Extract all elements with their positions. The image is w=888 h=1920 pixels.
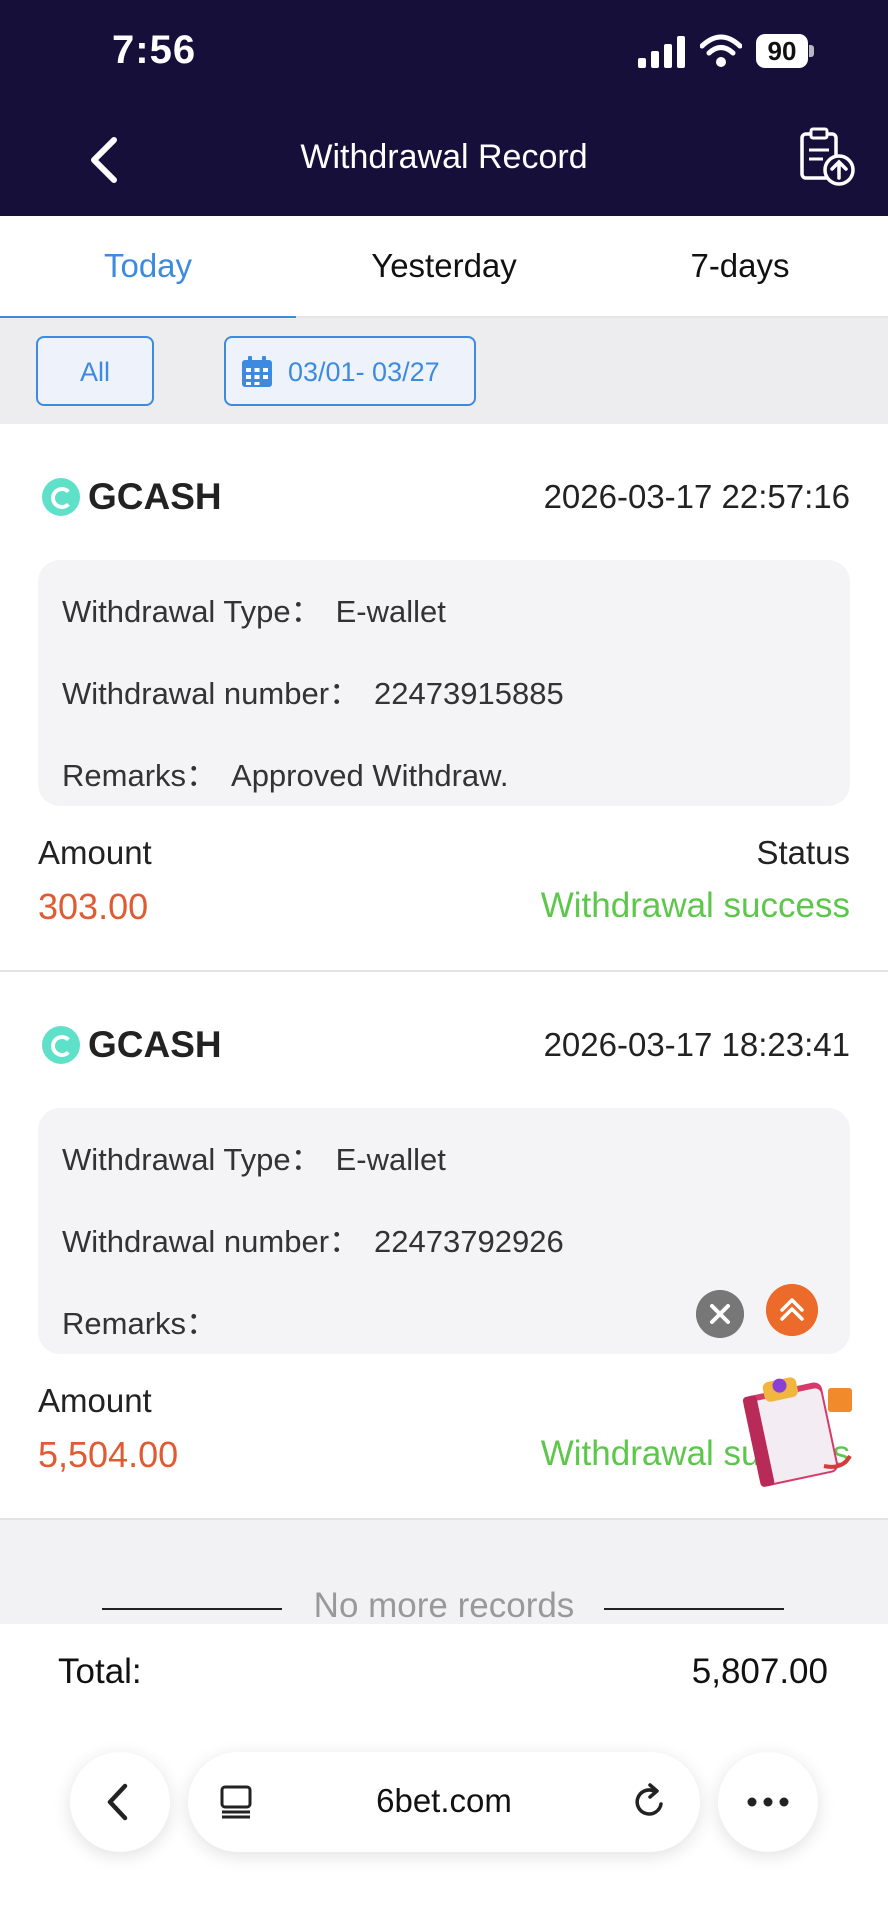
provider-name: GCASH: [88, 1024, 222, 1065]
amount-value: 303.00: [38, 886, 149, 927]
type-filter-button[interactable]: All: [36, 336, 154, 406]
type-filter-label: All: [79, 357, 110, 387]
status-value: Withdrawal success: [540, 886, 850, 925]
withdrawal-number-value: 22473915885: [374, 676, 564, 711]
browser-back-button[interactable]: [70, 1752, 170, 1852]
withdrawal-number-value: 22473792926: [374, 1224, 564, 1259]
remarks-label: Remarks：: [62, 758, 218, 793]
remarks-value: Approved Withdraw.: [231, 758, 509, 793]
divider: [604, 1608, 784, 1610]
withdrawal-record: GCASH 2026-03-17 22:57:16 Withdrawal Typ…: [0, 424, 888, 972]
withdrawal-type-label: Withdrawal Type：: [62, 594, 322, 629]
tab-label: 7-days: [690, 247, 790, 284]
signal-icon: [638, 36, 685, 68]
withdrawal-number-label: Withdrawal number：: [62, 676, 361, 711]
chevron-left-icon: [107, 1783, 128, 1821]
withdrawal-type-label: Withdrawal Type：: [62, 1142, 322, 1177]
address-bar[interactable]: 6bet.com: [188, 1752, 700, 1852]
status-bar: 7:56 90: [0, 0, 888, 104]
calendar-icon: [242, 356, 272, 387]
total-label: Total:: [58, 1652, 142, 1691]
tab-label: Today: [103, 247, 193, 284]
more-icon: [747, 1797, 789, 1807]
amount-label: Amount: [38, 1382, 152, 1419]
record-details: Withdrawal Type： E-wallet Withdrawal numb…: [38, 560, 850, 806]
remarks-row: Remarks：: [62, 1298, 231, 1343]
close-icon[interactable]: [696, 1290, 744, 1338]
status-label: Status: [756, 834, 850, 871]
amount-label: Amount: [38, 834, 152, 871]
remarks-row: Remarks： Approved Withdraw.: [62, 750, 508, 795]
provider-name: GCASH: [88, 476, 222, 517]
browser-more-button[interactable]: [718, 1752, 818, 1852]
tab-label: Yesterday: [371, 247, 517, 284]
withdrawal-number-row: Withdrawal number： 22473792926: [62, 1216, 564, 1261]
date-tabs: Today Yesterday 7-days: [0, 216, 888, 320]
battery-level: 90: [756, 34, 808, 68]
gift-icon[interactable]: [732, 1370, 862, 1488]
withdrawal-type-value: E-wallet: [335, 594, 446, 629]
withdrawal-type-value: E-wallet: [335, 1142, 446, 1177]
header: Withdrawal Record: [0, 104, 888, 216]
total-value: 5,807.00: [691, 1652, 828, 1691]
reload-icon[interactable]: [630, 1782, 670, 1822]
url-text: 6bet.com: [376, 1782, 512, 1819]
date-range-button[interactable]: 03/01- 03/27: [224, 336, 476, 406]
withdrawal-type-row: Withdrawal Type： E-wallet: [62, 586, 446, 631]
remarks-label: Remarks：: [62, 1306, 218, 1341]
battery-icon: 90: [756, 34, 814, 68]
filter-bar: All 03/01- 03/27: [0, 318, 888, 424]
withdrawal-number-row: Withdrawal number： 22473915885: [62, 668, 564, 713]
scroll-top-icon[interactable]: [766, 1284, 818, 1336]
date-range-label: 03/01- 03/27: [288, 357, 440, 387]
page-title: Withdrawal Record: [300, 138, 588, 176]
record-datetime: 2026-03-17 18:23:41: [543, 1026, 850, 1063]
amount-value: 5,504.00: [38, 1434, 179, 1475]
gcash-logo: [42, 478, 80, 516]
upload-record-icon[interactable]: [796, 126, 856, 188]
tab-yesterday[interactable]: Yesterday: [296, 216, 592, 318]
browser-toolbar: 6bet.com: [0, 1728, 888, 1920]
tab-today[interactable]: Today: [0, 216, 296, 320]
tab-7-days[interactable]: 7-days: [592, 216, 888, 318]
no-more-records: No more records: [313, 1586, 575, 1625]
gcash-logo: [42, 1026, 80, 1064]
withdrawal-type-row: Withdrawal Type： E-wallet: [62, 1134, 446, 1179]
clock: 7:56: [112, 28, 197, 72]
record-datetime: 2026-03-17 22:57:16: [543, 478, 850, 515]
withdrawal-number-label: Withdrawal number：: [62, 1224, 361, 1259]
wifi-icon: [700, 34, 742, 67]
